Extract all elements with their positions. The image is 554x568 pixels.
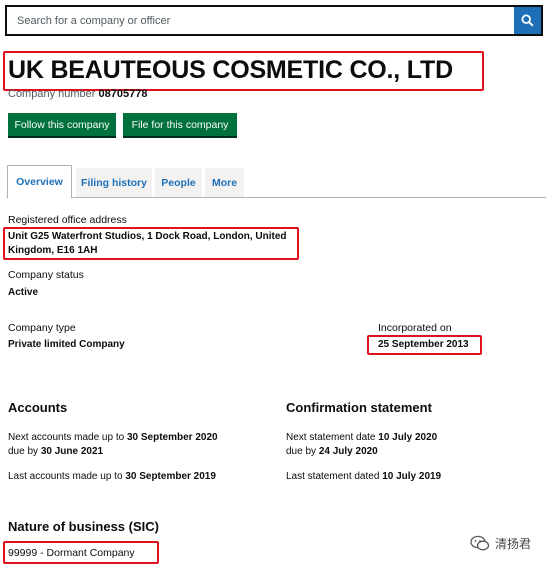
accounts-last-prefix: Last accounts made up to [8, 471, 123, 482]
tab-more[interactable]: More [205, 168, 244, 197]
tab-overview[interactable]: Overview [7, 165, 72, 198]
confirmation-heading: Confirmation statement [286, 400, 432, 415]
company-status-value: Active [8, 287, 39, 298]
company-number-label: Company number [8, 88, 96, 100]
confirmation-next-prefix: Next statement date [286, 432, 376, 443]
company-status-label: Company status [8, 269, 84, 281]
company-type-value: Private limited Company [8, 339, 125, 350]
company-type-label: Company type [8, 322, 76, 334]
accounts-last: Last accounts made up to 30 September 20… [8, 471, 216, 482]
highlight-box-address [3, 227, 299, 260]
accounts-due-prefix: due by [8, 446, 39, 457]
confirmation-last: Last statement dated 10 July 2019 [286, 471, 441, 482]
confirmation-due: due by 24 July 2020 [286, 446, 378, 457]
sic-heading: Nature of business (SIC) [8, 519, 159, 534]
confirmation-next-date: 10 July 2020 [378, 432, 438, 443]
accounts-last-date: 30 September 2019 [125, 471, 216, 482]
watermark-text: 清扬君 [495, 537, 532, 551]
tab-people[interactable]: People [155, 168, 202, 197]
accounts-heading: Accounts [8, 400, 68, 415]
tabs-divider [6, 197, 546, 198]
highlight-box-incorporated [367, 335, 482, 355]
confirmation-last-prefix: Last statement dated [286, 471, 380, 482]
registered-office-label: Registered office address [8, 214, 127, 226]
search-input[interactable] [7, 7, 514, 34]
confirmation-last-date: 10 July 2019 [382, 471, 442, 482]
confirmation-next: Next statement date 10 July 2020 [286, 432, 437, 443]
search-bar [5, 5, 543, 36]
search-icon [521, 14, 534, 27]
confirmation-due-prefix: due by [286, 446, 317, 457]
confirmation-due-date: 24 July 2020 [318, 446, 378, 457]
accounts-next: Next accounts made up to 30 September 20… [8, 432, 218, 443]
highlight-box-name [3, 51, 484, 91]
company-number: Company number 08705778 [8, 88, 147, 100]
tab-filing-history[interactable]: Filing history [76, 168, 152, 197]
watermark: 清扬君 [470, 535, 531, 552]
highlight-box-sic [3, 541, 159, 564]
company-number-value: 08705778 [98, 88, 148, 100]
follow-company-button[interactable]: Follow this company [8, 113, 116, 136]
incorporated-label: Incorporated on [378, 322, 452, 334]
accounts-next-prefix: Next accounts made up to [8, 432, 125, 443]
accounts-next-date: 30 September 2020 [126, 432, 218, 443]
file-for-company-button[interactable]: File for this company [123, 113, 237, 136]
wechat-icon [470, 535, 490, 551]
search-button[interactable] [514, 7, 541, 34]
accounts-due: due by 30 June 2021 [8, 446, 103, 457]
accounts-due-date: 30 June 2021 [40, 446, 104, 457]
